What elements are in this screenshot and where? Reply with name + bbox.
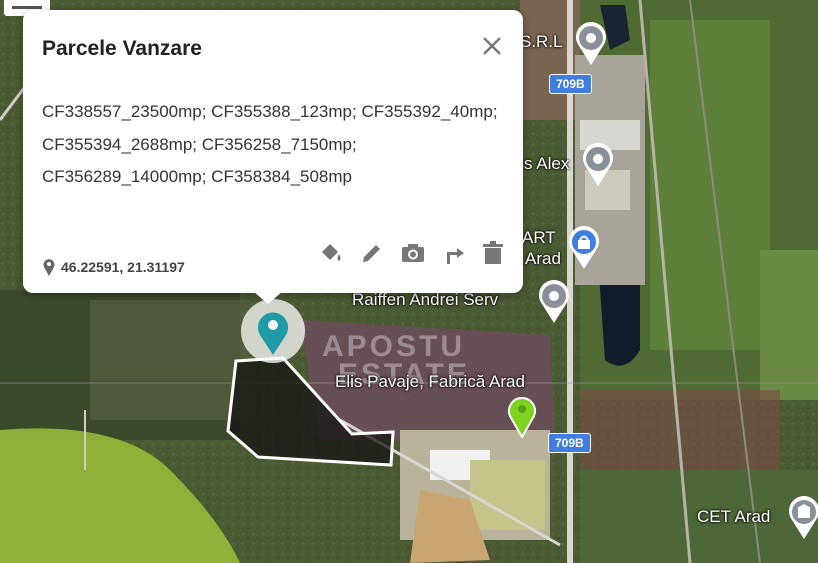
poi-label[interactable]: CET Arad (697, 507, 770, 527)
coordinates-text: 46.22591, 21.31197 (61, 259, 185, 275)
poi-pin-icon[interactable] (537, 280, 571, 324)
poi-pin-icon[interactable] (574, 22, 608, 66)
popup-title: Parcele Vanzare (42, 37, 202, 60)
location-pin-icon (43, 259, 55, 276)
info-popup: Parcele Vanzare CF338557_23500mp; CF3553… (23, 10, 523, 293)
popup-description: CF338557_23500mp; CF355388_123mp; CF3553… (42, 102, 498, 186)
road-number-badge: 709B (549, 74, 592, 94)
close-icon[interactable] (478, 32, 506, 60)
coordinates: 46.22591, 21.31197 (43, 258, 185, 276)
poi-label[interactable]: S.R.L (520, 32, 563, 52)
shopping-pin-icon[interactable] (567, 226, 601, 270)
paint-bucket-icon[interactable] (318, 240, 344, 266)
camera-icon[interactable] (400, 240, 426, 266)
pencil-icon[interactable] (359, 240, 385, 266)
selected-marker-icon[interactable] (240, 298, 306, 364)
poi-label[interactable]: Raiffen Andrei Serv (352, 290, 498, 310)
trash-icon[interactable] (480, 240, 506, 266)
green-marker-icon[interactable] (506, 394, 538, 438)
popup-tail (253, 291, 283, 304)
poi-pin-icon[interactable] (581, 143, 615, 187)
directions-icon[interactable] (441, 240, 467, 266)
building-pin-icon[interactable] (787, 496, 818, 540)
road-number-badge: 709B (548, 433, 591, 453)
poi-label[interactable]: Elis Pavaje, Fabrică Arad (335, 372, 525, 392)
poi-label[interactable]: ART (522, 228, 556, 248)
poi-label[interactable]: Arad (525, 249, 561, 269)
poi-label[interactable]: s Alex (524, 154, 569, 174)
